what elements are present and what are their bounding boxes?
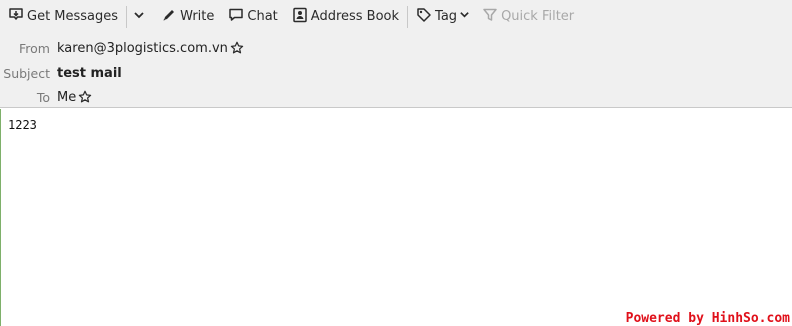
quick-filter-button[interactable]: Quick Filter <box>478 4 578 30</box>
tag-label: Tag <box>435 9 458 24</box>
tag-button[interactable]: Tag <box>412 4 474 30</box>
from-row: From karen@3plogistics.com.vn <box>0 37 792 59</box>
to-label: To <box>36 89 50 105</box>
get-messages-dropdown-button[interactable] <box>131 4 147 30</box>
address-book-button[interactable]: Address Book <box>288 4 403 30</box>
from-value[interactable]: karen@3plogistics.com.vn <box>57 41 244 56</box>
filter-icon <box>482 7 498 27</box>
to-recipient[interactable]: Me <box>57 90 76 105</box>
star-icon[interactable] <box>230 41 244 55</box>
to-value[interactable]: Me <box>57 90 92 105</box>
chevron-down-icon <box>133 9 145 25</box>
write-label: Write <box>180 9 215 24</box>
subject-value: test mail <box>57 65 122 81</box>
get-messages-label: Get Messages <box>27 9 119 24</box>
write-button[interactable]: Write <box>157 4 218 30</box>
chat-button[interactable]: Chat <box>224 4 281 30</box>
star-icon[interactable] <box>78 90 92 104</box>
download-icon <box>8 7 24 27</box>
subject-row: Subject test mail <box>0 62 792 84</box>
quick-filter-label: Quick Filter <box>501 9 575 24</box>
from-address[interactable]: karen@3plogistics.com.vn <box>57 41 228 56</box>
main-toolbar: Get Messages Write Chat Address Book Tag <box>0 0 792 33</box>
message-body[interactable]: 1223 Powered by HinhSo.com <box>0 109 792 326</box>
chat-label: Chat <box>247 9 278 24</box>
message-text: 1223 <box>8 118 37 132</box>
from-label: From <box>19 40 50 56</box>
to-row: To Me <box>0 86 792 108</box>
pencil-icon <box>161 7 177 27</box>
address-book-label: Address Book <box>310 9 400 24</box>
toolbar-divider <box>126 5 128 28</box>
toolbar-divider <box>407 5 409 28</box>
tag-icon <box>416 7 432 27</box>
chevron-down-icon <box>459 9 470 24</box>
address-book-icon <box>292 7 308 27</box>
chat-bubble-icon <box>228 7 244 27</box>
message-header: From karen@3plogistics.com.vn Subject te… <box>0 33 792 108</box>
watermark-text: Powered by HinhSo.com <box>625 311 790 326</box>
get-messages-button[interactable]: Get Messages <box>4 4 122 30</box>
subject-label: Subject <box>3 65 50 81</box>
